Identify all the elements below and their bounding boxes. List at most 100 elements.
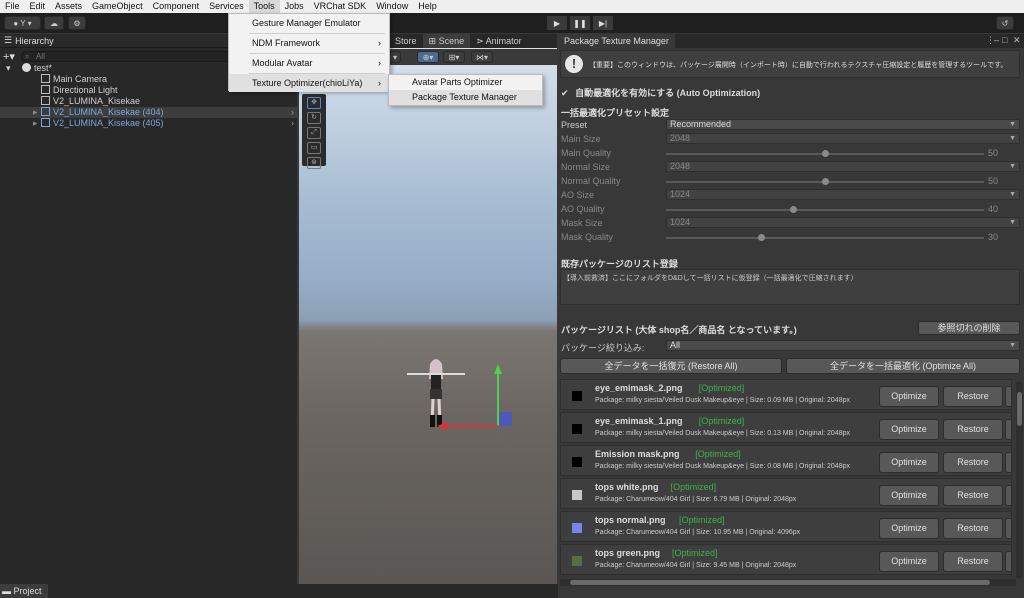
restore-button[interactable]: Restore: [943, 386, 1003, 407]
optimize-all-button[interactable]: 全データを一括最適化 (Optimize All): [786, 358, 1020, 374]
extra-button[interactable]: [1005, 386, 1011, 407]
hierarchy-item[interactable]: ▸ › V2_LUMINA_Kisekae (405): [0, 118, 297, 129]
menu-vrchat-sdk[interactable]: VRChat SDK: [309, 0, 372, 13]
setting-label: Main Size: [561, 134, 601, 144]
hierarchy-item-label: Main Camera: [53, 74, 108, 84]
tools-menu-item[interactable]: NDM Framework ›: [229, 34, 389, 52]
step-button[interactable]: ▶|: [593, 16, 613, 30]
menu-jobs[interactable]: Jobs: [280, 0, 309, 13]
restore-button[interactable]: Restore: [943, 419, 1003, 440]
expand-arrow-icon[interactable]: ▸: [33, 118, 38, 129]
menu-component[interactable]: Component: [148, 0, 205, 13]
expand-arrow-icon[interactable]: ▸: [33, 107, 38, 118]
chevron-down-icon: ▼: [1009, 191, 1016, 198]
submenu-item[interactable]: Package Texture Manager: [389, 90, 542, 105]
notice-text: 【重要】このウィンドウは、パッケージ展開時（インポート時）に自動で行われるテクス…: [589, 62, 1008, 69]
project-tab[interactable]: ▬ Project: [0, 584, 48, 598]
slider-value[interactable]: 50: [988, 148, 998, 158]
setting-label: Normal Quality: [561, 176, 621, 186]
optimize-button[interactable]: Optimize: [879, 551, 939, 572]
submenu-item[interactable]: Avatar Parts Optimizer: [389, 75, 542, 90]
minimize-icon[interactable]: –: [994, 35, 999, 45]
account-dropdown[interactable]: ● Y ▾: [4, 16, 41, 30]
tools-menu-item[interactable]: Texture Optimizer(chioLiYa) ›: [229, 74, 389, 92]
slider-knob[interactable]: [758, 234, 766, 241]
scene-view[interactable]: Store ⊞ Scene ⋗ Animator ▾ ⊕▾ ⊞▾ ⋈▾ ✥ ↻ …: [299, 34, 557, 584]
hierarchy-item-label: V2_LUMINA_Kisekae (404): [53, 107, 164, 117]
auto-optimization-toggle[interactable]: ✔ 自動最適化を有効にする (Auto Optimization): [561, 86, 760, 99]
settings-button[interactable]: ⚙: [68, 16, 86, 30]
chevron-down-icon: ▼: [1009, 135, 1016, 142]
chevron-right-icon: ›: [378, 58, 381, 68]
extra-button[interactable]: [1005, 518, 1011, 539]
remove-broken-refs-button[interactable]: 参照切れの削除: [918, 321, 1020, 335]
maximize-icon[interactable]: □: [1002, 35, 1007, 45]
vertical-scrollbar[interactable]: [1016, 382, 1023, 578]
restore-button[interactable]: Restore: [943, 485, 1003, 506]
package-filter-dropdown[interactable]: All ▼: [666, 340, 1020, 351]
quality-slider[interactable]: [666, 237, 984, 239]
history-button[interactable]: ↺: [996, 16, 1014, 30]
optimize-button[interactable]: Optimize: [879, 419, 939, 440]
horizontal-scroll-thumb[interactable]: [570, 580, 990, 585]
tools-menu-item-label: NDM Framework: [252, 38, 321, 48]
preset-dropdown[interactable]: Recommended ▼: [666, 119, 1020, 130]
optimized-status: [Optimized]: [698, 416, 745, 426]
menu-services[interactable]: Services: [204, 0, 249, 13]
slider-value[interactable]: 30: [988, 232, 998, 242]
package-row: eye_emimask_2.png [Optimized] Package: mil…: [560, 379, 1012, 410]
cloud-button[interactable]: ☁: [44, 16, 64, 30]
pause-icon: ❚❚: [573, 18, 587, 28]
size-dropdown[interactable]: 2048 ▼: [666, 133, 1020, 144]
menu-assets[interactable]: Assets: [50, 0, 87, 13]
optimize-button[interactable]: Optimize: [879, 452, 939, 473]
hierarchy-item[interactable]: V2_LUMINA_Kisekae: [0, 96, 297, 107]
menu-window[interactable]: Window: [371, 0, 413, 13]
menu-file[interactable]: File: [0, 0, 25, 13]
optimize-button[interactable]: Optimize: [879, 518, 939, 539]
folder-drop-area[interactable]: 【導入前救済】ここにフォルダをD&Dして一括リストに仮登録（一括最適化で圧縮され…: [560, 269, 1020, 305]
quality-slider[interactable]: [666, 209, 984, 211]
texture-thumbnail: [572, 490, 582, 500]
add-icon[interactable]: +▾: [3, 50, 15, 63]
slider-value[interactable]: 40: [988, 204, 998, 214]
size-dropdown[interactable]: 2048 ▼: [666, 161, 1020, 172]
extra-button[interactable]: [1005, 485, 1011, 506]
size-value: 2048: [670, 161, 691, 171]
restore-button[interactable]: Restore: [943, 452, 1003, 473]
hierarchy-item[interactable]: ▸ › V2_LUMINA_Kisekae (404): [0, 107, 297, 118]
chevron-right-icon[interactable]: ›: [291, 107, 294, 118]
avatar-figure: [407, 359, 465, 427]
size-dropdown[interactable]: 1024 ▼: [666, 217, 1020, 228]
vertical-scroll-thumb[interactable]: [1017, 392, 1022, 426]
pause-button[interactable]: ❚❚: [570, 16, 590, 30]
preset-section-title: 一括最適化プリセット設定: [561, 108, 670, 118]
slider-knob[interactable]: [790, 206, 798, 213]
restore-all-button[interactable]: 全データを一括復元 (Restore All): [560, 358, 782, 374]
scene-avatar[interactable]: [299, 34, 557, 584]
extra-button[interactable]: [1005, 551, 1011, 572]
optimize-button[interactable]: Optimize: [879, 386, 939, 407]
play-button[interactable]: ▶: [547, 16, 567, 30]
menu-edit[interactable]: Edit: [25, 0, 51, 13]
slider-value[interactable]: 50: [988, 176, 998, 186]
slider-knob[interactable]: [822, 150, 829, 157]
chevron-down-icon: ▼: [1009, 342, 1016, 349]
size-dropdown[interactable]: 1024 ▼: [666, 189, 1020, 200]
chevron-right-icon[interactable]: ›: [291, 118, 294, 129]
ptm-tab[interactable]: Package Texture Manager: [558, 34, 675, 48]
restore-button[interactable]: Restore: [943, 518, 1003, 539]
restore-button[interactable]: Restore: [943, 551, 1003, 572]
tools-menu-item[interactable]: Gesture Manager Emulator: [229, 14, 389, 32]
menu-help[interactable]: Help: [413, 0, 442, 13]
optimize-button[interactable]: Optimize: [879, 485, 939, 506]
menu-tools[interactable]: Tools: [248, 0, 280, 13]
close-icon[interactable]: ✕: [1013, 35, 1021, 46]
extra-button[interactable]: [1005, 419, 1011, 440]
slider-knob[interactable]: [822, 178, 829, 185]
checkmark-icon: ✔: [561, 88, 569, 98]
horizontal-scrollbar[interactable]: [560, 579, 1016, 586]
extra-button[interactable]: [1005, 452, 1011, 473]
menu-gameobject[interactable]: GameObject: [87, 0, 148, 13]
tools-menu-item[interactable]: Modular Avatar ›: [229, 54, 389, 72]
